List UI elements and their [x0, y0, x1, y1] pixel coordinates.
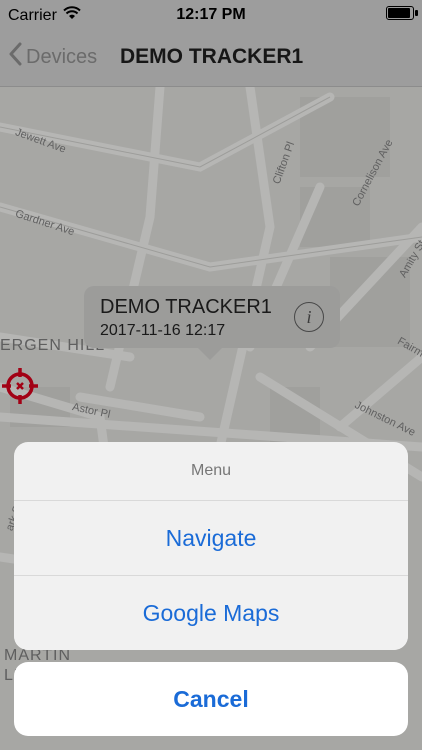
- action-sheet: Menu Navigate Google Maps: [14, 442, 408, 650]
- navigate-button[interactable]: Navigate: [14, 500, 408, 575]
- cancel-button[interactable]: Cancel: [14, 662, 408, 736]
- google-maps-button[interactable]: Google Maps: [14, 575, 408, 650]
- action-sheet-title: Menu: [190, 462, 232, 479]
